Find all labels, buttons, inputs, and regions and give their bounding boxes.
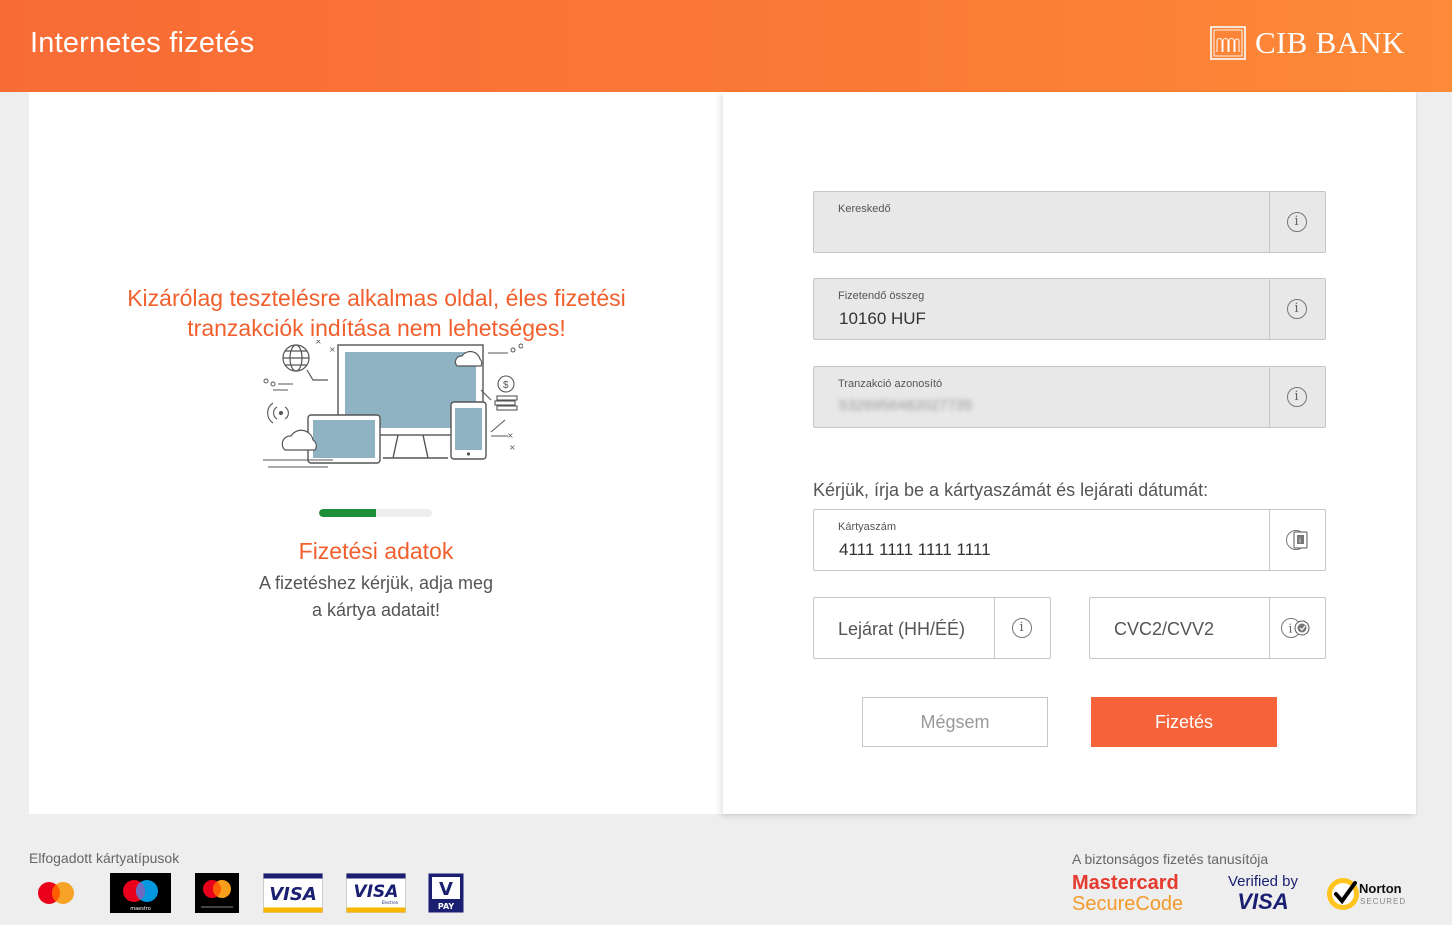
visa-electron-icon: VISA Electron bbox=[346, 873, 406, 913]
header-bar: Internetes fizetés CIB BANK bbox=[0, 0, 1452, 92]
svg-text:×: × bbox=[315, 340, 322, 346]
svg-text:i: i bbox=[1288, 622, 1292, 636]
info-icon: i bbox=[1286, 387, 1307, 407]
merchant-info-button[interactable]: i bbox=[1268, 192, 1325, 252]
accepted-cards-title: Elfogadott kártyatípusok bbox=[29, 850, 180, 866]
security-title: A biztonságos fizetés tanusítója bbox=[1072, 851, 1269, 867]
step-description: A fizetéshez kérjük, adja meg a kártya a… bbox=[29, 570, 723, 624]
maestro-icon: maestro bbox=[110, 873, 171, 913]
amount-value: 10160 HUF bbox=[839, 309, 926, 328]
mastercard-icon bbox=[38, 882, 74, 904]
test-warning: Kizárólag tesztelésre alkalmas oldal, él… bbox=[127, 285, 626, 341]
norton-line1: Norton bbox=[1359, 881, 1402, 896]
transaction-id-label: Tranzakció azonosító bbox=[838, 378, 943, 390]
info-icon: i bbox=[1286, 299, 1307, 319]
svg-text:×: × bbox=[329, 345, 336, 354]
info-icon: i bbox=[1011, 618, 1032, 638]
vpay-icon: V PAY bbox=[428, 873, 464, 913]
devices-illustration: $ × × × × bbox=[263, 340, 523, 468]
svg-text:VISA: VISA bbox=[354, 882, 399, 902]
step-title: Fizetési adatok bbox=[298, 538, 454, 564]
norton-line2: SECURED bbox=[1360, 897, 1407, 906]
svg-text:i: i bbox=[1299, 537, 1301, 545]
progress-fill bbox=[319, 509, 376, 517]
tablet-illustration bbox=[307, 414, 381, 464]
card-number-label: Kártyaszám bbox=[838, 521, 897, 533]
amount-label: Fizetendő összeg bbox=[838, 290, 925, 302]
securecode-line1: Mastercard bbox=[1072, 872, 1179, 894]
signal-icon bbox=[267, 402, 289, 424]
card-number-field[interactable]: Kártyaszám 4111 1111 1111 1111 i bbox=[813, 509, 1326, 571]
info-icon: i bbox=[1286, 212, 1307, 232]
pay-button[interactable]: Fizetés bbox=[1091, 697, 1277, 747]
bank-name: CIB BANK bbox=[1255, 25, 1405, 60]
cvc-input[interactable]: CVC2/CVV2 bbox=[1114, 619, 1214, 640]
card-info-icon: i bbox=[1285, 530, 1307, 550]
svg-text:×: × bbox=[507, 431, 514, 440]
info-panel: Kizárólag tesztelésre alkalmas oldal, él… bbox=[29, 92, 723, 814]
svg-text:V: V bbox=[439, 879, 453, 900]
securecode-line2: SecureCode bbox=[1072, 893, 1184, 915]
card-number-info-button[interactable]: i bbox=[1268, 510, 1325, 570]
cvc-field[interactable]: CVC2/CVV2 i bbox=[1089, 597, 1326, 659]
card-prompt: Kérjük, írja be a kártyaszámát és lejára… bbox=[813, 480, 1209, 500]
amount-field: Fizetendő összeg 10160 HUF i bbox=[813, 278, 1326, 340]
transaction-id-field: Tranzakció azonosító 5326956482027735 i bbox=[813, 366, 1326, 428]
progress-bar bbox=[319, 509, 432, 517]
cvc-info-icon: i bbox=[1280, 618, 1309, 638]
svg-text:×: × bbox=[509, 443, 516, 452]
expiry-info-button[interactable]: i bbox=[993, 598, 1050, 658]
transaction-id-value: 5326956482027735 bbox=[839, 397, 973, 414]
verified-by-visa-badge: Verified by VISA bbox=[1221, 873, 1305, 913]
payment-form-panel: Kereskedő i Fizetendő összeg 10160 HUF i… bbox=[723, 92, 1416, 814]
merchant-label: Kereskedő bbox=[838, 203, 891, 215]
merchant-field: Kereskedő i bbox=[813, 191, 1326, 253]
globe-icon bbox=[282, 344, 328, 381]
card-number-input[interactable]: 4111 1111 1111 1111 bbox=[839, 540, 991, 560]
page-title: Internetes fizetés bbox=[30, 27, 255, 59]
expiry-input[interactable]: Lejárat (HH/ÉÉ) bbox=[838, 619, 965, 640]
svg-text:PAY: PAY bbox=[438, 902, 455, 911]
cancel-button[interactable]: Mégsem bbox=[862, 697, 1048, 747]
bank-logo: CIB BANK bbox=[1210, 25, 1405, 61]
mastercard-electronic-icon bbox=[195, 873, 239, 913]
norton-secured-badge: Norton SECURED bbox=[1325, 876, 1421, 912]
cvc-info-button[interactable]: i bbox=[1268, 598, 1325, 658]
checkmark-icon bbox=[1327, 878, 1359, 910]
visa-icon: VISA bbox=[263, 873, 323, 913]
svg-text:VISA: VISA bbox=[269, 884, 317, 905]
verified-line2: VISA bbox=[1237, 889, 1289, 914]
bank-logo-icon bbox=[1210, 26, 1246, 60]
svg-text:$: $ bbox=[503, 380, 509, 391]
amount-info-button[interactable]: i bbox=[1268, 279, 1325, 339]
phone-illustration bbox=[450, 401, 487, 460]
step-description-line2: a kártya adatait! bbox=[311, 600, 441, 620]
mastercard-securecode-badge: Mastercard SecureCode bbox=[1072, 873, 1198, 915]
svg-text:maestro: maestro bbox=[130, 906, 151, 912]
transaction-info-button[interactable]: i bbox=[1268, 367, 1325, 427]
step-description-line1: A fizetéshez kérjük, adja meg bbox=[258, 573, 494, 593]
expiry-field[interactable]: Lejárat (HH/ÉÉ) i bbox=[813, 597, 1051, 659]
svg-text:Electron: Electron bbox=[382, 900, 399, 905]
